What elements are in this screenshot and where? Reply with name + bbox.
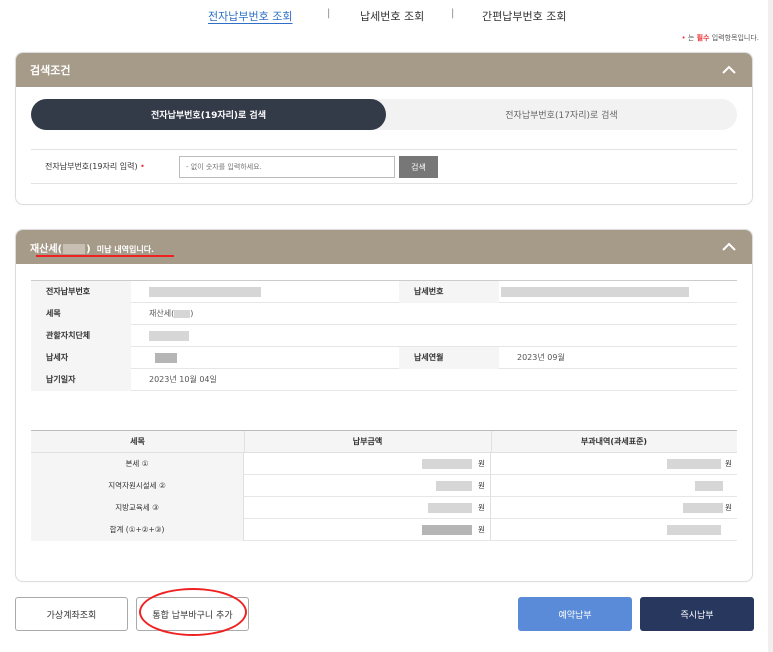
redacted-block bbox=[63, 243, 86, 254]
row-name: 본세 ① bbox=[31, 453, 244, 475]
required-note-emphasis: 필수 bbox=[696, 34, 710, 42]
result-title-suffix: ) bbox=[86, 243, 91, 255]
info-row-payer: 납세자 납세연월 2023년 09월 bbox=[31, 347, 737, 369]
required-note-prefix: 는 bbox=[685, 34, 697, 42]
redacted-amount bbox=[436, 481, 472, 491]
tax-month-value: 2023년 09월 bbox=[517, 353, 565, 362]
row-name: 지역자원시설세 ② bbox=[31, 475, 244, 497]
payment-number-label: 전자납부번호(19자리 입력) • bbox=[45, 161, 145, 172]
payment-number-input[interactable] bbox=[179, 156, 395, 178]
tax-no-label: 납세번호 bbox=[399, 281, 499, 303]
row-assessment-cell bbox=[491, 475, 737, 497]
tax-month-label: 납세연월 bbox=[399, 347, 499, 369]
tax-item-suffix: ) bbox=[190, 309, 194, 318]
required-note-suffix: 입력항목입니다. bbox=[709, 34, 759, 42]
redacted-block bbox=[174, 309, 191, 318]
redacted-amount bbox=[422, 459, 472, 469]
redacted-elec-no bbox=[149, 287, 261, 297]
tax-item-prefix: 재산세( bbox=[149, 309, 175, 318]
row-amount-cell: 원 bbox=[244, 475, 491, 497]
search-panel-title: 검색조건 bbox=[30, 64, 71, 77]
amount-unit: 원 bbox=[478, 459, 485, 468]
amount-unit: 원 bbox=[478, 525, 485, 534]
authority-label: 관할자치단체 bbox=[31, 325, 131, 347]
toggle-19-digit[interactable]: 전자납부번호(19자리)로 검색 bbox=[31, 99, 386, 130]
row-name: 합계 (①+②+③) bbox=[31, 519, 244, 541]
tab-separator: | bbox=[451, 8, 455, 19]
info-row-numbers: 전자납부번호 납세번호 bbox=[31, 281, 737, 303]
due-date-label: 납기일자 bbox=[31, 369, 131, 391]
table-row: 지방교육세 ③ 원 원 bbox=[31, 497, 737, 519]
assessment-unit: 원 bbox=[725, 503, 732, 512]
annotation-underline bbox=[36, 255, 174, 257]
info-row-tax-item: 세목 재산세() bbox=[31, 303, 737, 325]
tab-simple-payment-number[interactable]: 간편납부번호 조회 bbox=[482, 8, 566, 24]
page-scrollbar[interactable] bbox=[768, 0, 773, 652]
table-row: 합계 (①+②+③) 원 bbox=[31, 519, 737, 541]
chevron-up-icon[interactable] bbox=[720, 238, 738, 256]
table-row: 본세 ① 원 원 bbox=[31, 453, 737, 475]
header-assessment: 부과내역(과세표준) bbox=[580, 437, 648, 446]
redacted-amount bbox=[422, 525, 472, 535]
assessment-unit: 원 bbox=[725, 459, 732, 468]
row-assessment-cell: 원 bbox=[491, 453, 737, 475]
due-date-value: 2023년 10월 04일 bbox=[149, 375, 217, 384]
elec-no-label: 전자납부번호 bbox=[31, 281, 131, 303]
info-row-due-date: 납기일자 2023년 10월 04일 bbox=[31, 369, 737, 391]
redacted-assessment bbox=[667, 525, 721, 535]
tab-separator: | bbox=[327, 8, 331, 19]
virtual-account-button[interactable]: 가상계좌조회 bbox=[15, 597, 128, 631]
toggle-17-digit[interactable]: 전자납부번호(17자리)로 검색 bbox=[386, 99, 737, 130]
redacted-authority bbox=[149, 331, 189, 341]
required-fields-note: • 는 필수 입력항목입니다. bbox=[682, 33, 759, 43]
result-title-prefix: 재산세( bbox=[30, 243, 63, 255]
instant-payment-button[interactable]: 즉시납부 bbox=[640, 597, 754, 631]
row-assessment-cell bbox=[491, 519, 737, 541]
search-button[interactable]: 검색 bbox=[399, 156, 438, 178]
amount-unit: 원 bbox=[478, 481, 485, 490]
row-amount-cell: 원 bbox=[244, 497, 491, 519]
search-form-row: 전자납부번호(19자리 입력) • 검색 bbox=[31, 149, 737, 184]
info-row-authority: 관할자치단체 bbox=[31, 325, 737, 347]
result-panel: 재산세() 미납 내역입니다. 전자납부번호 납세번호 세목 재산세() 관할자치… bbox=[15, 229, 753, 582]
result-title: 재산세() 미납 내역입니다. bbox=[30, 240, 154, 255]
amount-unit: 원 bbox=[478, 503, 485, 512]
redacted-assessment bbox=[695, 481, 723, 491]
redacted-amount bbox=[428, 503, 472, 513]
tax-item-value: 재산세() bbox=[149, 303, 193, 325]
required-dot: • bbox=[140, 162, 145, 171]
top-tab-bar: 전자납부번호 조회 | 납세번호 조회 | 간편납부번호 조회 bbox=[0, 0, 773, 30]
tab-electronic-payment-number[interactable]: 전자납부번호 조회 bbox=[208, 8, 292, 24]
result-status-text: 미납 내역입니다. bbox=[96, 244, 155, 254]
header-tax-item: 세목 bbox=[130, 437, 145, 446]
row-amount-cell: 원 bbox=[244, 453, 491, 475]
redacted-assessment bbox=[683, 503, 723, 513]
chevron-up-icon[interactable] bbox=[720, 61, 738, 79]
amount-table: 세목 납부금액 부과내역(과세표준) 본세 ① 원 원 지역자원시설세 ② 원 bbox=[31, 430, 737, 541]
payer-label: 납세자 bbox=[31, 347, 131, 369]
result-panel-header[interactable]: 재산세() 미납 내역입니다. bbox=[16, 230, 752, 264]
search-mode-toggle: 전자납부번호(19자리)로 검색 전자납부번호(17자리)로 검색 bbox=[31, 99, 737, 130]
tab-tax-number[interactable]: 납세번호 조회 bbox=[360, 8, 424, 24]
row-name: 지방교육세 ③ bbox=[31, 497, 244, 519]
reserve-payment-button[interactable]: 예약납부 bbox=[518, 597, 632, 631]
row-amount-cell: 원 bbox=[244, 519, 491, 541]
amount-table-header: 세목 납부금액 부과내역(과세표준) bbox=[31, 431, 737, 453]
table-row: 지역자원시설세 ② 원 bbox=[31, 475, 737, 497]
tax-item-label: 세목 bbox=[31, 303, 131, 325]
search-panel-header[interactable]: 검색조건 bbox=[16, 53, 752, 87]
redacted-tax-no bbox=[501, 287, 689, 297]
payment-number-label-text: 전자납부번호(19자리 입력) bbox=[45, 162, 138, 171]
row-assessment-cell: 원 bbox=[491, 497, 737, 519]
header-payment-amount: 납부금액 bbox=[352, 437, 383, 446]
bill-info-table: 전자납부번호 납세번호 세목 재산세() 관할자치단체 납세자 납세연월 202… bbox=[31, 280, 737, 391]
add-payment-cart-button[interactable]: 통합 납부바구니 추가 bbox=[136, 597, 249, 631]
search-conditions-panel: 검색조건 전자납부번호(19자리)로 검색 전자납부번호(17자리)로 검색 전… bbox=[15, 52, 753, 205]
redacted-assessment bbox=[667, 459, 721, 469]
redacted-payer bbox=[155, 353, 177, 363]
